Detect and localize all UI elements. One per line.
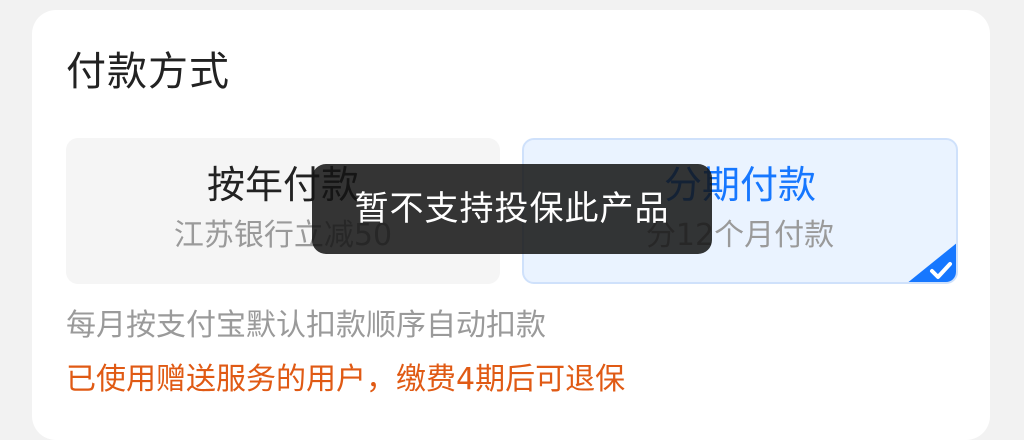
- payment-method-title: 付款方式: [66, 49, 230, 95]
- auto-debit-note: 每月按支付宝默认扣款顺序自动扣款: [66, 308, 546, 343]
- selected-check-icon: [908, 243, 956, 282]
- toast-message: 暂不支持投保此产品: [312, 164, 712, 254]
- refund-warning: 已使用赠送服务的用户，缴费4期后可退保: [66, 362, 626, 397]
